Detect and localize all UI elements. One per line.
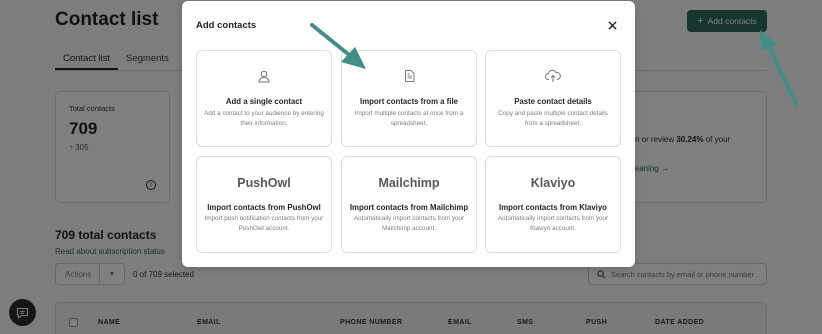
add-contacts-modal: Add contacts Add a single contact Add a … [182,1,635,267]
pushowl-logo: PushOwl [237,176,291,190]
option-description: Copy and paste multiple contact details … [498,110,608,127]
option-title: Import contacts from Mailchimp [349,203,469,212]
option-title: Import contacts from PushOwl [207,203,321,212]
option-description: Import multiple contacts at once from a … [354,110,464,127]
option-description: Automatically import contacts from your … [497,215,609,232]
option-title: Import contacts from a file [360,97,458,106]
option-description: Automatically import contacts from your … [353,215,465,232]
option-title: Add a single contact [225,97,303,106]
option-description: Import push notification contacts from y… [204,215,324,232]
option-title: Paste contact details [514,97,592,106]
option-description: Add a contact to your audience by enteri… [204,110,324,127]
upload-cloud-icon [486,68,620,84]
option-title: Import contacts from Klaviyo [499,203,607,212]
file-icon [342,68,476,84]
option-import-pushowl[interactable]: PushOwl Import contacts from PushOwl Imp… [196,156,332,253]
person-icon [197,68,331,84]
option-import-klaviyo[interactable]: Klaviyo Import contacts from Klaviyo Aut… [485,156,621,253]
option-paste-details[interactable]: Paste contact details Copy and paste mul… [485,50,621,147]
mailchimp-logo: Mailchimp [378,176,440,190]
klaviyo-logo: Klaviyo [530,176,576,190]
option-import-file[interactable]: Import contacts from a file Import multi… [341,50,477,147]
close-icon[interactable] [605,18,619,32]
modal-title: Add contacts [196,20,257,31]
option-add-single-contact[interactable]: Add a single contact Add a contact to yo… [196,50,332,147]
option-import-mailchimp[interactable]: Mailchimp Import contacts from Mailchimp… [341,156,477,253]
